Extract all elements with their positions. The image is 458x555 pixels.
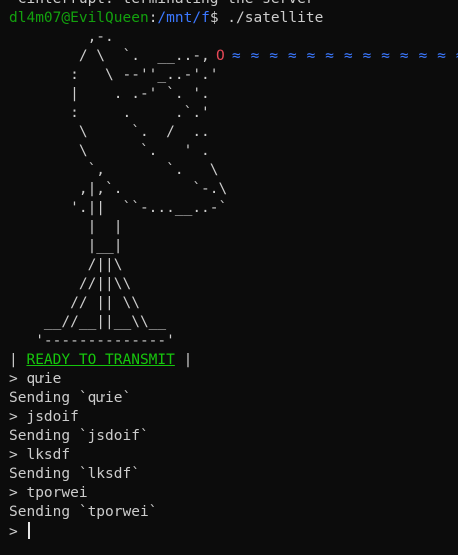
prompt-symbol: $: [209, 10, 219, 26]
log-input-line: > lksdf: [9, 447, 71, 463]
log-input-line: > jsdoif: [9, 409, 79, 425]
log-input-line: > qưie: [9, 371, 62, 387]
status-ready-label: READY TO TRANSMIT: [26, 352, 175, 368]
input-line[interactable]: >: [9, 522, 30, 541]
signal-waves-icon: ≈ ≈ ≈ ≈ ≈ ≈ ≈ ≈ ≈ ≈ ≈ ≈ ≈: [232, 48, 458, 64]
log-input-line: > tporwei: [9, 485, 88, 501]
prompt-command: ./satellite: [227, 10, 324, 26]
prompt-user-host: dl4m07@EvilQueen: [9, 10, 149, 26]
prompt-path: /mnt/f: [157, 10, 210, 26]
text-cursor: [28, 522, 30, 539]
signal-source-icon: O: [216, 48, 225, 64]
input-prompt: >: [9, 524, 27, 540]
status-left-bar: |: [9, 352, 27, 368]
status-right-bar: |: [174, 352, 193, 368]
log-output-line: Sending `tporwei`: [9, 504, 158, 520]
log-output-line: Sending `jsdoif`: [9, 428, 149, 444]
log-output-line: Sending `qưie`: [9, 390, 132, 406]
previous-output-line: ^Cinterrupt: terminating the server: [9, 0, 315, 9]
satellite-dish-ascii-art: ,-. / \ `. __..-, : \ --''_..-'.' | . .-…: [35, 29, 228, 349]
shell-prompt-line: dl4m07@EvilQueen:/mnt/f$ ./satellite: [9, 9, 323, 28]
log-output-line: Sending `lksdf`: [9, 466, 140, 482]
status-line: | READY TO TRANSMIT |: [9, 351, 192, 370]
terminal-window[interactable]: ^Cinterrupt: terminating the server dl4m…: [0, 0, 458, 555]
